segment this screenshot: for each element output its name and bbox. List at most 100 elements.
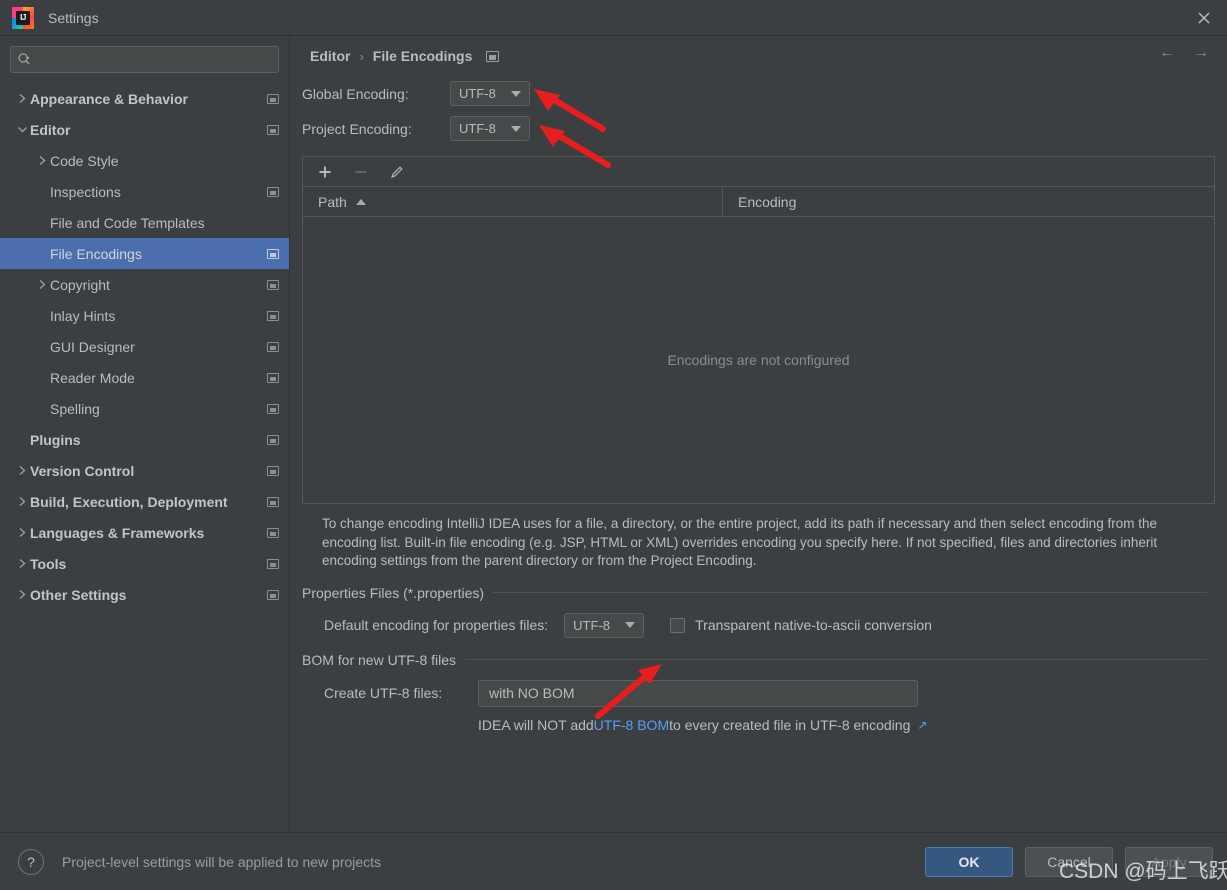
project-encoding-dropdown[interactable]: UTF-8 — [450, 116, 530, 141]
cancel-button[interactable]: Cancel — [1025, 846, 1113, 877]
ok-button[interactable]: OK — [925, 846, 1013, 877]
properties-encoding-value: UTF-8 — [573, 617, 610, 633]
chevron-down-icon — [625, 622, 636, 628]
project-encoding-row: Project Encoding: UTF-8 — [290, 111, 1227, 146]
help-icon[interactable]: ? — [18, 848, 44, 875]
window-title: Settings — [48, 9, 99, 26]
back-arrow-icon[interactable]: ← — [1159, 44, 1175, 62]
transparent-conversion-checkbox[interactable]: Transparent native-to-ascii conversion — [670, 617, 932, 633]
sidebar-item-label: Copyright — [50, 276, 110, 293]
bom-group-title: BOM for new UTF-8 files — [302, 652, 1207, 668]
project-scope-badge-icon — [267, 372, 279, 383]
sidebar-item-other-settings[interactable]: Other Settings — [0, 579, 289, 610]
add-button[interactable] — [317, 164, 333, 180]
chevron-right-icon[interactable] — [34, 279, 50, 290]
sidebar-item-spelling[interactable]: Spelling — [0, 393, 289, 424]
chevron-right-icon[interactable] — [34, 155, 50, 166]
project-scope-badge-icon — [267, 279, 279, 290]
group-divider — [493, 592, 1207, 593]
chevron-right-icon[interactable] — [14, 527, 30, 538]
sidebar-item-label: Languages & Frameworks — [30, 524, 205, 541]
sidebar-item-label: File and Code Templates — [50, 214, 205, 231]
project-scope-badge-icon — [267, 496, 279, 507]
global-encoding-label: Global Encoding: — [302, 85, 409, 102]
sidebar-item-reader-mode[interactable]: Reader Mode — [0, 362, 289, 393]
project-encoding-label: Project Encoding: — [302, 120, 412, 137]
sidebar-item-file-and-code-templates[interactable]: File and Code Templates — [0, 207, 289, 238]
chevron-right-icon[interactable] — [14, 589, 30, 600]
sidebar-item-label: Tools — [30, 555, 67, 572]
sidebar-item-label: Inlay Hints — [50, 307, 116, 324]
intellij-idea-logo-icon: IJ — [12, 6, 34, 29]
project-scope-badge-icon — [267, 93, 279, 104]
close-icon[interactable] — [1181, 0, 1227, 35]
sidebar-item-tools[interactable]: Tools — [0, 548, 289, 579]
column-header-encoding[interactable]: Encoding — [723, 187, 1214, 216]
sidebar-item-label: GUI Designer — [50, 338, 135, 355]
project-scope-badge-icon — [267, 310, 279, 321]
sidebar-item-editor[interactable]: Editor — [0, 114, 289, 145]
chevron-down-icon[interactable] — [14, 125, 30, 134]
footer-note: Project-level settings will be applied t… — [62, 853, 382, 870]
sidebar-item-build-execution-deployment[interactable]: Build, Execution, Deployment — [0, 486, 289, 517]
sidebar-item-label: Spelling — [50, 400, 100, 417]
main-panel: Editor › File Encodings ← → Global Encod… — [290, 36, 1227, 832]
breadcrumb-parent[interactable]: Editor — [310, 48, 350, 64]
search-box[interactable] — [10, 46, 279, 73]
search-input[interactable] — [32, 52, 272, 67]
sidebar-item-inlay-hints[interactable]: Inlay Hints — [0, 300, 289, 331]
sidebar-item-version-control[interactable]: Version Control — [0, 455, 289, 486]
sidebar-item-plugins[interactable]: Plugins — [0, 424, 289, 455]
sidebar-item-gui-designer[interactable]: GUI Designer — [0, 331, 289, 362]
global-encoding-row: Global Encoding: UTF-8 — [290, 76, 1227, 111]
properties-files-group: Properties Files (*.properties) Default … — [302, 585, 1207, 638]
external-link-icon[interactable]: ↗ — [917, 718, 927, 732]
sidebar-item-copyright[interactable]: Copyright — [0, 269, 289, 300]
settings-tree: Appearance & Behavior Editor Code Style Ins… — [0, 81, 289, 832]
forward-arrow-icon[interactable]: → — [1193, 44, 1209, 62]
chevron-right-icon[interactable] — [14, 558, 30, 569]
sidebar-item-code-style[interactable]: Code Style — [0, 145, 289, 176]
create-utf8-files-dropdown[interactable]: with NO BOM — [478, 679, 918, 707]
sidebar-item-languages-frameworks[interactable]: Languages & Frameworks — [0, 517, 289, 548]
sidebar-item-inspections[interactable]: Inspections — [0, 176, 289, 207]
properties-encoding-dropdown[interactable]: UTF-8 — [564, 612, 645, 638]
bom-hint-link[interactable]: UTF-8 BOM — [594, 717, 669, 733]
table-header-row: Path Encoding — [303, 187, 1214, 217]
bom-group-label: BOM for new UTF-8 files — [302, 651, 457, 668]
edit-pencil-icon[interactable] — [389, 164, 405, 180]
logo-inner-text: IJ — [16, 10, 30, 25]
dialog-body: Appearance & Behavior Editor Code Style Ins… — [0, 36, 1227, 832]
sidebar-item-file-encodings[interactable]: File Encodings — [0, 238, 289, 269]
sidebar-item-label: File Encodings — [50, 245, 142, 262]
sidebar-item-label: Code Style — [50, 152, 119, 169]
chevron-right-icon[interactable] — [14, 93, 30, 104]
column-header-path[interactable]: Path — [303, 187, 723, 216]
chevron-right-icon[interactable] — [14, 465, 30, 476]
properties-files-group-title: Properties Files (*.properties) — [302, 585, 1207, 601]
chevron-right-icon[interactable] — [14, 496, 30, 507]
encodings-description: To change encoding IntelliJ IDEA uses fo… — [322, 516, 1158, 568]
properties-files-group-label: Properties Files (*.properties) — [302, 584, 485, 601]
project-scope-badge-icon — [267, 527, 279, 538]
sidebar-item-label: Other Settings — [30, 586, 127, 603]
column-header-encoding-label: Encoding — [738, 193, 797, 210]
project-scope-badge-icon — [267, 341, 279, 352]
sidebar-item-label: Editor — [30, 121, 71, 138]
project-scope-badge-icon — [267, 589, 279, 600]
settings-dialog: IJ Settings Appearance & Behavior Editor… — [0, 0, 1227, 890]
project-scope-badge-icon — [267, 248, 279, 259]
project-scope-badge-icon — [267, 558, 279, 569]
sidebar-item-label: Inspections — [50, 183, 121, 200]
table-empty-text: Encodings are not configured — [667, 352, 850, 368]
project-scope-badge-icon — [267, 124, 279, 135]
global-encoding-value: UTF-8 — [459, 86, 496, 101]
column-header-path-label: Path — [318, 193, 347, 210]
breadcrumb-current: File Encodings — [372, 48, 473, 64]
group-divider — [465, 659, 1207, 660]
sidebar-item-appearance-behavior[interactable]: Appearance & Behavior — [0, 83, 289, 114]
encodings-table: Path Encoding Encodings are not configur… — [302, 156, 1215, 504]
table-empty-state: Encodings are not configured — [303, 217, 1214, 503]
apply-button[interactable]: Apply — [1125, 846, 1213, 877]
global-encoding-dropdown[interactable]: UTF-8 — [450, 81, 530, 106]
